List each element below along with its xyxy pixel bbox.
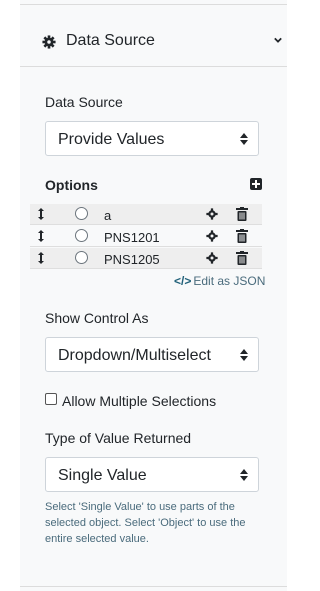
value-type-label: Type of Value Returned	[45, 430, 192, 446]
sort-arrows-icon	[240, 469, 248, 481]
allow-multiple-checkbox[interactable]	[45, 393, 57, 405]
option-row-pns1201[interactable]: PNS1201	[30, 226, 262, 247]
data-source-select[interactable]: Provide Values	[45, 121, 259, 156]
value-type-select[interactable]: Single Value	[45, 457, 259, 492]
allow-multiple-label[interactable]: Allow Multiple Selections	[62, 393, 216, 409]
code-icon: </>	[174, 274, 192, 288]
trash-icon[interactable]	[236, 251, 248, 265]
trash-icon[interactable]	[236, 207, 248, 221]
section-title: Data Source	[66, 32, 155, 49]
option-row-pns1205[interactable]: PNS1205	[30, 248, 262, 269]
previous-section-edge	[20, 0, 287, 5]
edit-as-json-link[interactable]: </> Edit as JSON	[174, 274, 265, 288]
default-radio[interactable]	[75, 207, 88, 220]
left-gutter	[0, 0, 21, 591]
option-label: PNS1205	[104, 252, 160, 267]
drag-handle-icon[interactable]	[38, 230, 44, 242]
data-source-section-header[interactable]: Data Source	[20, 18, 287, 67]
show-control-value: Dropdown/Multiselect	[58, 347, 211, 364]
drag-handle-icon[interactable]	[38, 252, 44, 264]
options-heading: Options	[45, 177, 98, 193]
edit-as-json-label: Edit as JSON	[193, 274, 266, 288]
option-row-a[interactable]: a	[30, 204, 262, 225]
section-divider	[20, 586, 287, 587]
data-source-label: Data Source	[45, 94, 123, 110]
chevron-down-icon[interactable]	[274, 36, 282, 44]
value-type-value: Single Value	[58, 467, 147, 484]
gear-icon[interactable]	[206, 230, 218, 242]
option-label: PNS1201	[104, 230, 160, 245]
sort-arrows-icon	[240, 133, 248, 145]
trash-icon[interactable]	[236, 229, 248, 243]
data-source-value: Provide Values	[58, 131, 165, 148]
drag-handle-icon[interactable]	[38, 208, 44, 220]
add-option-icon[interactable]	[250, 178, 262, 190]
show-control-select[interactable]: Dropdown/Multiselect	[45, 337, 259, 372]
show-control-label: Show Control As	[45, 310, 149, 326]
default-radio[interactable]	[75, 229, 88, 242]
gear-icon	[42, 35, 56, 49]
gear-icon[interactable]	[206, 252, 218, 264]
sort-arrows-icon	[240, 349, 248, 361]
gear-icon[interactable]	[206, 208, 218, 220]
value-type-help-text: Select 'Single Value' to use parts of th…	[45, 501, 246, 545]
option-label: a	[104, 208, 112, 223]
default-radio[interactable]	[75, 251, 88, 264]
